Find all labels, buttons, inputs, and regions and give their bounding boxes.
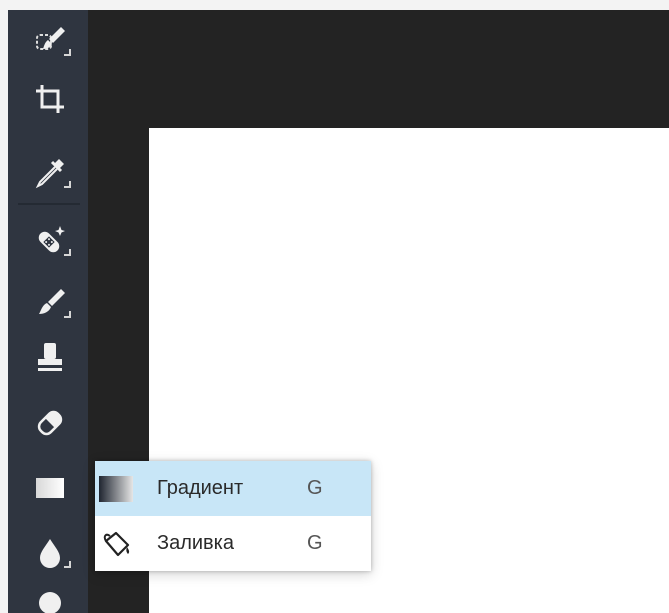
- submenu-indicator: [64, 181, 71, 188]
- tool-brush[interactable]: [20, 280, 80, 326]
- shortcut-key: G: [307, 477, 323, 499]
- tool-selection-brush[interactable]: [20, 18, 80, 64]
- clone-stamp-icon: [32, 340, 68, 376]
- submenu-indicator: [64, 561, 71, 568]
- lasso-brush-icon: [32, 23, 68, 59]
- toolbar-separator: [18, 203, 80, 205]
- tool-eraser[interactable]: [20, 400, 80, 446]
- crop-icon: [32, 81, 68, 117]
- gradient-tool-flyout-menu: Градиент G Заливка G: [95, 461, 371, 571]
- tool-gradient[interactable]: [20, 465, 80, 511]
- tool-clone-stamp[interactable]: [20, 335, 80, 381]
- eraser-icon: [32, 405, 68, 441]
- submenu-indicator: [64, 311, 71, 318]
- gradient-icon: [32, 470, 68, 506]
- menu-item-gradient[interactable]: Градиент G: [95, 461, 371, 516]
- paint-bucket-icon: [98, 528, 134, 560]
- blur-drop-icon: [32, 535, 68, 571]
- tool-healing[interactable]: [20, 218, 80, 264]
- brush-icon: [32, 285, 68, 321]
- menu-item-label: Заливка: [157, 532, 234, 554]
- tool-dodge[interactable]: [20, 585, 80, 613]
- tool-blur[interactable]: [20, 530, 80, 576]
- submenu-indicator: [64, 249, 71, 256]
- menu-item-label: Градиент: [157, 477, 244, 499]
- gradient-swatch-icon: [98, 473, 134, 505]
- healing-bandage-icon: [32, 223, 68, 259]
- shortcut-key: G: [307, 532, 323, 554]
- submenu-indicator: [64, 49, 71, 56]
- dodge-icon: [32, 585, 68, 613]
- menu-item-fill[interactable]: Заливка G: [95, 516, 371, 571]
- eyedropper-icon: [32, 155, 68, 191]
- tool-eyedropper[interactable]: [20, 150, 80, 196]
- tool-crop[interactable]: [20, 76, 80, 122]
